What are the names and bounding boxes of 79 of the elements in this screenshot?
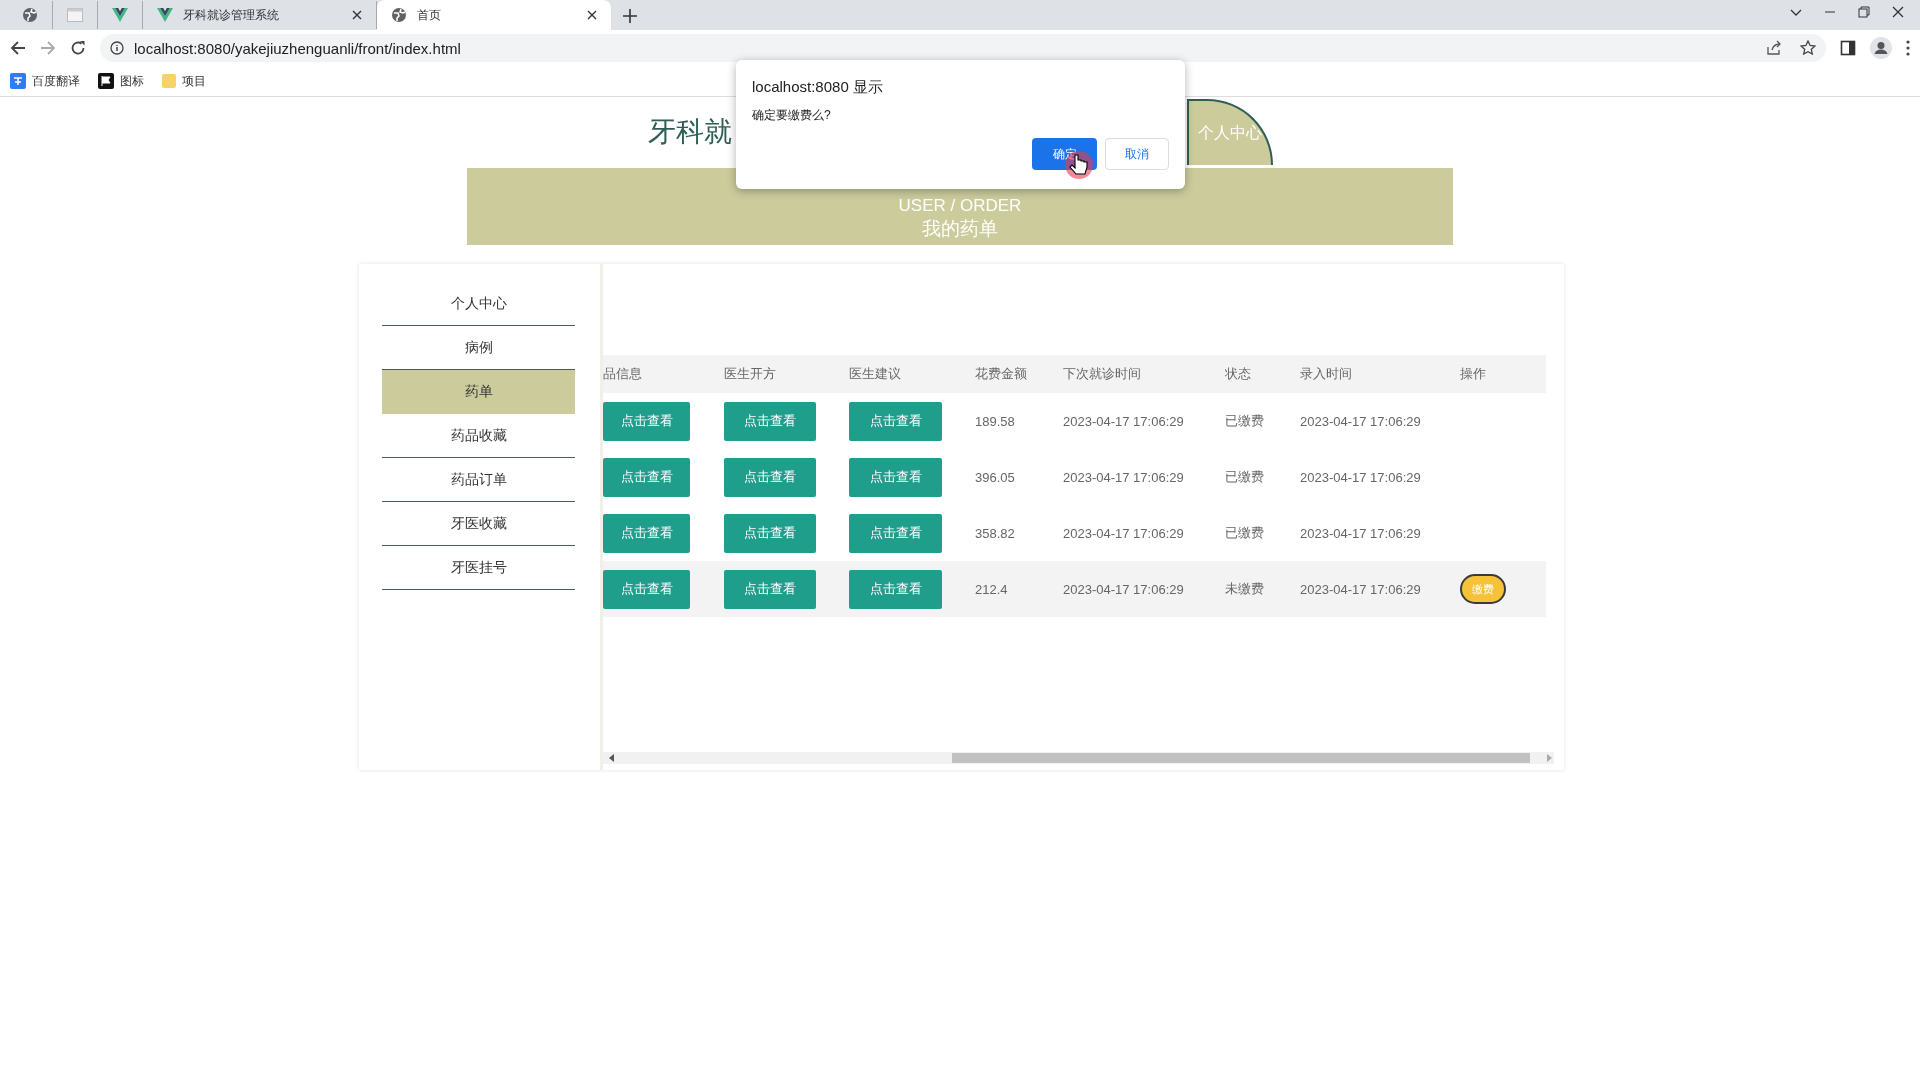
- table-cell: 2023-04-17 17:06:29: [1300, 413, 1421, 429]
- table-cell: 2023-04-17 17:06:29: [1063, 469, 1184, 485]
- side-panel-icon[interactable]: [1840, 40, 1856, 56]
- confirm-button[interactable]: 确定: [1032, 138, 1097, 170]
- translate-icon: [10, 73, 26, 89]
- horizontal-scrollbar[interactable]: [603, 752, 1554, 764]
- new-tab-icon[interactable]: [623, 9, 637, 23]
- sidebar-item[interactable]: 个人中心: [382, 282, 575, 326]
- view-button[interactable]: 点击查看: [724, 401, 816, 441]
- column-header: 医生建议: [849, 366, 901, 381]
- column-header: 状态: [1225, 366, 1251, 381]
- column-header: 医生开方: [724, 366, 776, 381]
- sidebar-item[interactable]: 药品订单: [382, 458, 575, 502]
- table-cell: 2023-04-17 17:06:29: [1063, 581, 1184, 597]
- view-button[interactable]: 点击查看: [603, 513, 690, 553]
- table-cell: 2023-04-17 17:06:29: [1300, 525, 1421, 541]
- column-header: 花费金额: [975, 366, 1027, 381]
- close-icon[interactable]: [352, 10, 362, 20]
- menu-icon[interactable]: [1906, 40, 1910, 56]
- flag-icon: [98, 73, 114, 89]
- bookmark[interactable]: 图标: [98, 72, 144, 90]
- vue-logo-icon: [112, 8, 128, 22]
- click-cursor-icon: [1064, 150, 1094, 180]
- table-cell: 2023-04-17 17:06:29: [1063, 413, 1184, 429]
- site-title: 牙科就: [648, 115, 732, 149]
- sidebar-item[interactable]: 牙医挂号: [382, 546, 575, 590]
- table-cell: 396.05: [975, 469, 1015, 485]
- table-cell: 已缴费: [1225, 413, 1264, 428]
- table-cell: 已缴费: [1225, 469, 1264, 484]
- cancel-button[interactable]: 取消: [1105, 138, 1169, 170]
- table-cell: 358.82: [975, 525, 1015, 541]
- folder-icon: [162, 73, 176, 89]
- bookmark[interactable]: 百度翻译: [10, 72, 80, 90]
- browser-tab[interactable]: 首页: [377, 0, 611, 30]
- dialog-title: localhost:8080 显示: [752, 78, 884, 97]
- table-cell: 2023-04-17 17:06:29: [1300, 581, 1421, 597]
- table-cell: 未缴费: [1225, 581, 1264, 596]
- globe-icon: [22, 7, 38, 23]
- banner-subtitle: USER / ORDER: [898, 196, 1022, 216]
- back-icon[interactable]: [10, 40, 26, 56]
- table-cell: 212.4: [975, 581, 1008, 597]
- profile-icon[interactable]: [1870, 37, 1892, 59]
- vue-logo-icon: [157, 8, 173, 22]
- view-button[interactable]: 点击查看: [724, 457, 816, 497]
- sidebar-item[interactable]: 牙医收藏: [382, 502, 575, 546]
- dialog-message: 确定要缴费么?: [752, 107, 832, 124]
- view-button[interactable]: 点击查看: [603, 401, 690, 441]
- view-button[interactable]: 点击查看: [849, 513, 942, 553]
- sidebar-item[interactable]: 药单: [382, 370, 575, 414]
- view-button[interactable]: 点击查看: [849, 457, 942, 497]
- scroll-left-icon[interactable]: [607, 753, 617, 763]
- reload-icon[interactable]: [70, 40, 86, 56]
- info-icon[interactable]: [110, 41, 124, 55]
- star-icon[interactable]: [1800, 40, 1816, 56]
- view-button[interactable]: 点击查看: [603, 457, 690, 497]
- close-icon[interactable]: [587, 10, 597, 20]
- column-header: 下次就诊时间: [1063, 366, 1141, 381]
- view-button[interactable]: 点击查看: [724, 569, 816, 609]
- page-icon: [67, 8, 83, 22]
- bookmark[interactable]: 项目: [162, 72, 206, 90]
- view-button[interactable]: 点击查看: [849, 569, 942, 609]
- restore-icon[interactable]: [1858, 6, 1870, 18]
- table-cell: 2023-04-17 17:06:29: [1063, 525, 1184, 541]
- table-cell: 已缴费: [1225, 525, 1264, 540]
- globe-icon: [391, 7, 407, 23]
- sidebar-item[interactable]: 药品收藏: [382, 414, 575, 458]
- table-cell: 2023-04-17 17:06:29: [1300, 469, 1421, 485]
- view-button[interactable]: 点击查看: [849, 401, 942, 441]
- table-cell: 189.58: [975, 413, 1015, 429]
- column-header: 录入时间: [1300, 366, 1352, 381]
- column-header: 操作: [1460, 366, 1486, 381]
- view-button[interactable]: 点击查看: [724, 513, 816, 553]
- view-button[interactable]: 点击查看: [603, 569, 690, 609]
- scrollbar-thumb[interactable]: [952, 753, 1530, 763]
- address-bar[interactable]: localhost:8080/yakejiuzhenguanli/front/index.html: [100, 34, 1826, 62]
- share-icon[interactable]: [1766, 40, 1782, 56]
- close-icon[interactable]: [1892, 6, 1904, 18]
- column-header: 品信息: [603, 366, 642, 381]
- banner-title: 我的药单: [922, 217, 998, 241]
